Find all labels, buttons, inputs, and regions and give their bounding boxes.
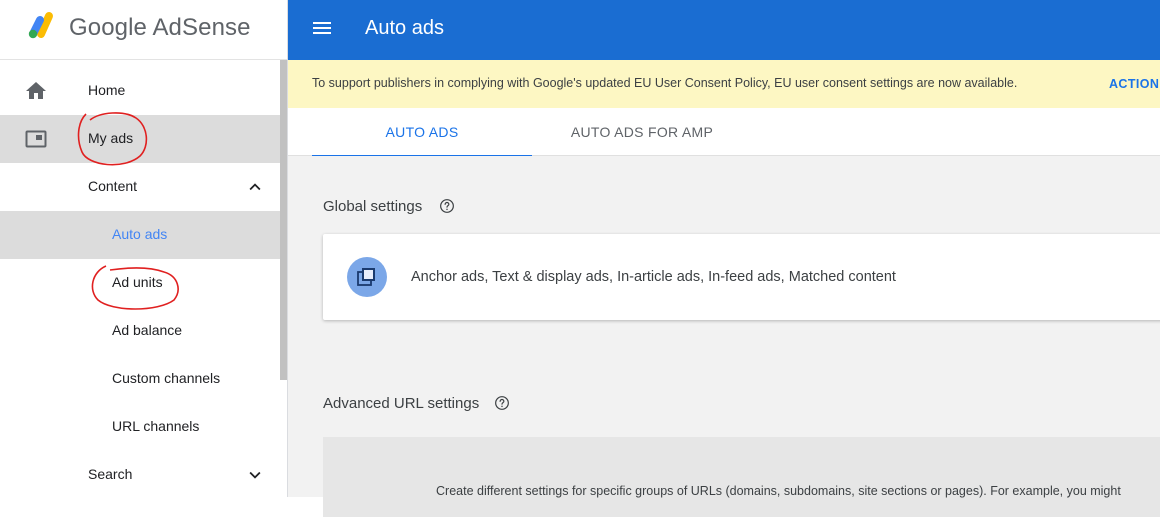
- sidebar-item-search[interactable]: Search: [0, 451, 280, 497]
- ad-formats-icon: [347, 257, 387, 297]
- advanced-url-settings-panel: Create different settings for specific g…: [323, 437, 1160, 517]
- ad-formats-summary: Anchor ads, Text & display ads, In-artic…: [411, 269, 896, 285]
- sidebar-item-label: Custom channels: [112, 370, 221, 386]
- brand-name-google: Google: [69, 14, 147, 41]
- sidebar-item-ad-units[interactable]: Ad units: [0, 259, 280, 307]
- sidebar-item-auto-ads[interactable]: Auto ads: [0, 211, 280, 259]
- sidebar-item-label: Ad units: [112, 274, 163, 290]
- brand-name: Google AdSense: [69, 14, 251, 42]
- sidebar-scrollbar[interactable]: [280, 60, 287, 380]
- sidebar: Google AdSense Home My ads Content Auto …: [0, 0, 288, 497]
- tab-auto-ads-for-amp[interactable]: AUTO ADS FOR AMP: [532, 108, 752, 156]
- sidebar-item-ad-balance[interactable]: Ad balance: [0, 307, 280, 355]
- home-icon: [26, 82, 46, 99]
- sidebar-item-home[interactable]: Home: [0, 67, 280, 115]
- global-settings-card[interactable]: Anchor ads, Text & display ads, In-artic…: [323, 234, 1160, 320]
- sidebar-item-url-channels[interactable]: URL channels: [0, 403, 280, 451]
- ad-unit-icon: [25, 130, 47, 148]
- adsense-logo-icon[interactable]: [24, 10, 60, 42]
- advanced-url-settings-title: Advanced URL settings: [323, 395, 480, 412]
- banner-message: To support publishers in complying with …: [312, 76, 1018, 90]
- sidebar-item-my-ads[interactable]: My ads: [0, 115, 280, 163]
- chevron-up-icon: [249, 183, 261, 191]
- hamburger-menu-icon[interactable]: [310, 16, 334, 40]
- sidebar-item-label: URL channels: [112, 418, 200, 434]
- notification-banner: To support publishers in complying with …: [288, 60, 1160, 108]
- banner-action-button[interactable]: ACTION: [1109, 77, 1159, 91]
- sidebar-item-label: Auto ads: [112, 226, 168, 242]
- brand-header: Google AdSense: [0, 0, 287, 60]
- tab-auto-ads[interactable]: AUTO ADS: [312, 108, 532, 157]
- top-app-bar: Auto ads: [288, 0, 1160, 60]
- tab-bar: AUTO ADS AUTO ADS FOR AMP: [288, 108, 1160, 157]
- chevron-down-icon: [249, 471, 261, 479]
- global-settings-title: Global settings: [323, 198, 423, 215]
- help-circle-icon[interactable]: [494, 395, 510, 411]
- help-circle-icon[interactable]: [439, 198, 455, 214]
- advanced-url-description: Create different settings for specific g…: [436, 484, 1121, 498]
- sidebar-item-label: Content: [88, 178, 138, 194]
- sidebar-item-content[interactable]: Content: [0, 163, 280, 211]
- sidebar-item-label: My ads: [88, 130, 134, 146]
- page-title: Auto ads: [365, 17, 444, 39]
- sidebar-item-label: Search: [88, 466, 133, 482]
- sidebar-item-custom-channels[interactable]: Custom channels: [0, 355, 280, 403]
- main-content: Global settings Anchor ads, Text & displ…: [288, 156, 1160, 517]
- brand-name-product: AdSense: [152, 14, 251, 41]
- sidebar-item-label: Home: [88, 82, 126, 98]
- sidebar-item-label: Ad balance: [112, 322, 183, 338]
